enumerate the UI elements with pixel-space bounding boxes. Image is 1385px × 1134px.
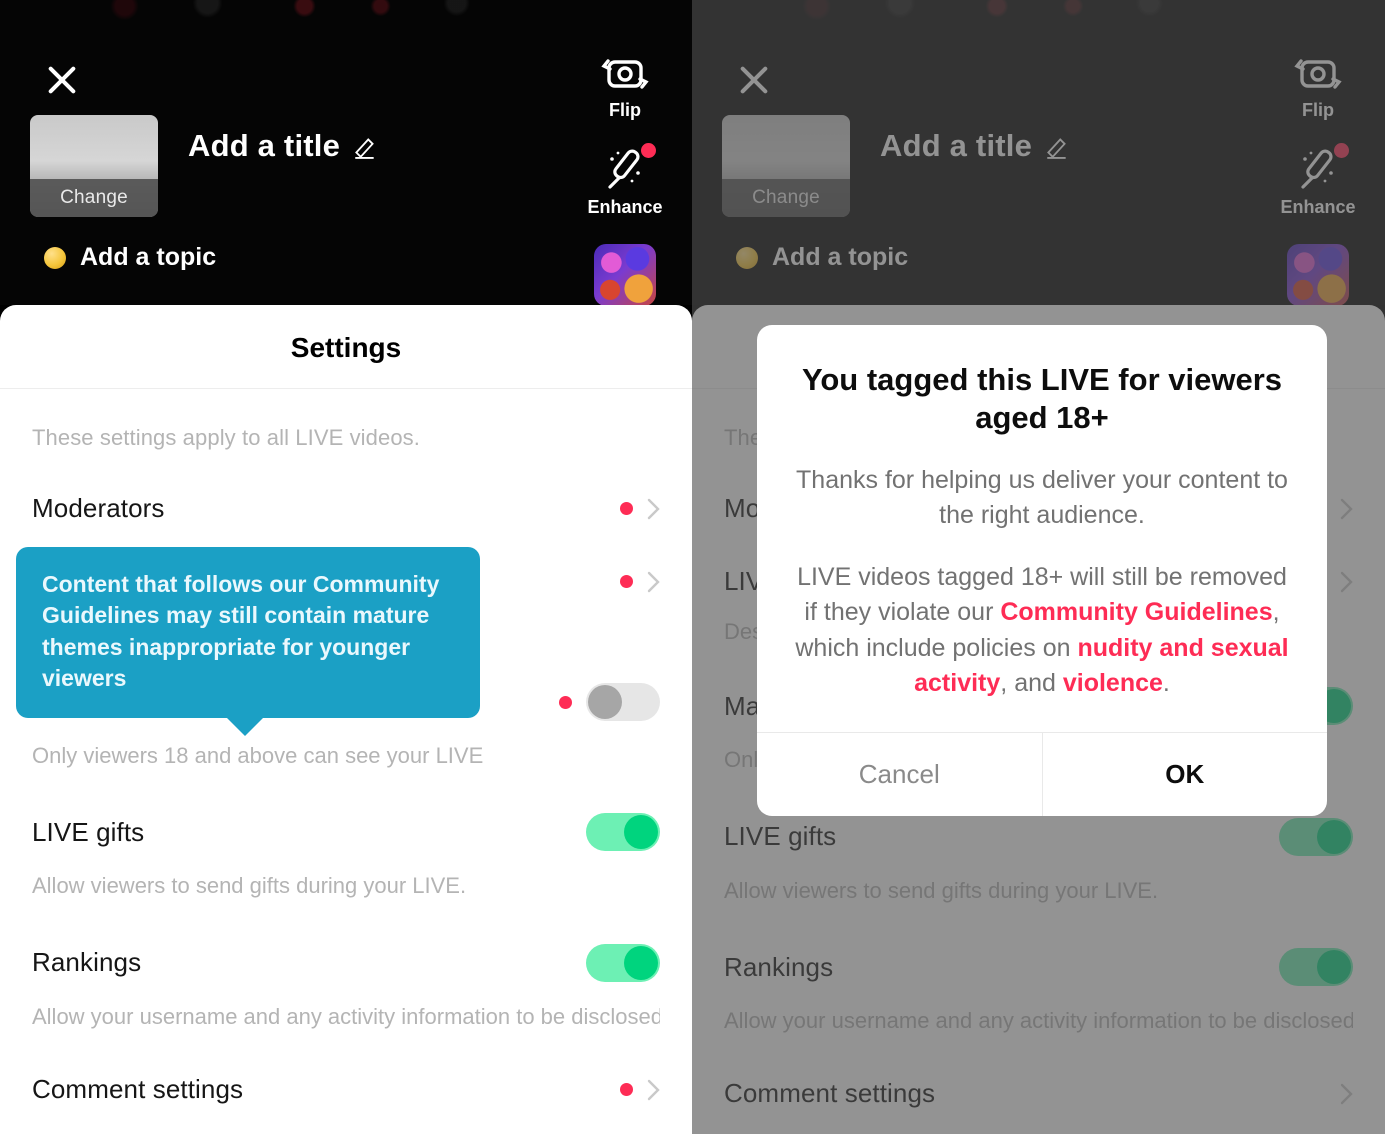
toggle-knob — [588, 685, 622, 719]
settings-list: These settings apply to all LIVE videos.… — [0, 389, 692, 1105]
flip-camera-button[interactable]: Flip — [580, 52, 670, 121]
settings-row-label: Rankings — [32, 947, 142, 978]
ok-button[interactable]: OK — [1041, 732, 1328, 816]
red-dot-badge — [620, 1083, 633, 1097]
enhance-label: Enhance — [587, 197, 663, 217]
settings-row-label: LIVE gifts — [32, 816, 145, 847]
settings-row-moderators[interactable]: Moderators — [32, 451, 660, 524]
chevron-right-icon — [647, 571, 660, 592]
live-setup-header: Change Add a title Add a topic — [0, 0, 692, 306]
settings-row-accessory — [586, 813, 660, 852]
screenshot-stage: Change Add a title Add a topic Flip Enha… — [0, 0, 1385, 1134]
age-tag-confirmation-dialog: You tagged this LIVE for viewers aged 18… — [757, 325, 1327, 816]
toggle-knob — [624, 815, 658, 850]
chevron-right-icon — [647, 498, 660, 519]
settings-row-label: Comment settings — [32, 1074, 244, 1105]
enhance-button[interactable]: Enhance — [580, 143, 670, 218]
settings-row-accessory — [620, 571, 660, 593]
left-phone-panel: Change Add a title Add a topic Flip Enha… — [0, 0, 692, 1134]
add-title-label: Add a title — [188, 128, 341, 163]
red-dot-badge — [620, 502, 633, 515]
settings-row-accessory — [586, 943, 660, 982]
settings-row-accessory — [559, 683, 660, 721]
dialog-p2-text-d: . — [1162, 669, 1170, 698]
change-cover-label[interactable]: Change — [30, 179, 158, 217]
cover-thumbnail[interactable]: Change — [30, 115, 158, 217]
settings-row-live-gifts[interactable]: LIVE gifts — [32, 771, 660, 852]
mature-themes-tooltip: Content that follows our Community Guide… — [16, 547, 480, 737]
settings-row-desc: Only viewers 18 and above can see your L… — [32, 743, 484, 768]
flip-camera-icon — [601, 59, 649, 89]
settings-row-rankings[interactable]: Rankings — [32, 902, 660, 982]
dialog-paragraph-1: Thanks for helping us deliver your conte… — [796, 465, 1288, 530]
page-title: Settings — [290, 332, 402, 363]
settings-row-desc: Allow your username and any activity inf… — [32, 1003, 660, 1029]
sticker-button[interactable] — [594, 244, 656, 306]
settings-sheet: Settings These settings apply to all LIV… — [0, 305, 692, 1134]
settings-row-accessory — [620, 1079, 660, 1101]
add-topic-button[interactable]: Add a topic — [44, 243, 216, 272]
red-dot-badge — [620, 575, 633, 588]
dialog-p2-text-c: , and — [1000, 669, 1063, 698]
live-tools-rail: Flip Enhance — [580, 52, 670, 306]
red-dot-badge — [559, 695, 572, 709]
settings-row-accessory — [620, 498, 660, 520]
add-title-button[interactable]: Add a title — [188, 128, 378, 164]
settings-note: These settings apply to all LIVE videos. — [32, 425, 420, 450]
dialog-body: You tagged this LIVE for viewers aged 18… — [757, 325, 1327, 732]
community-guidelines-link[interactable]: Community Guidelines — [1000, 598, 1272, 626]
settings-row-desc: Allow viewers to send gifts during your … — [32, 873, 467, 899]
pencil-icon — [355, 138, 374, 159]
topic-emoji-icon — [44, 246, 66, 269]
live-gifts-toggle[interactable] — [586, 813, 660, 852]
settings-row-label: Moderators — [32, 493, 165, 523]
right-phone-panel: Change Add a title Add a topic — [692, 0, 1385, 1134]
dialog-actions: Cancel OK — [757, 731, 1328, 816]
violence-policy-link[interactable]: violence — [1063, 669, 1163, 697]
rankings-toggle[interactable] — [586, 943, 660, 982]
flip-label: Flip — [609, 100, 641, 120]
chevron-right-icon — [647, 1079, 660, 1100]
mature-themes-toggle[interactable] — [586, 683, 660, 721]
close-icon[interactable] — [42, 60, 82, 100]
toggle-knob — [624, 945, 658, 980]
dialog-heading: You tagged this LIVE for viewers aged 18… — [801, 362, 1282, 435]
enhance-badge-dot — [641, 143, 656, 158]
settings-row-comment-settings[interactable]: Comment settings — [32, 1032, 660, 1105]
add-topic-label: Add a topic — [80, 243, 217, 271]
dialog-paragraph-2: LIVE videos tagged 18+ will still be rem… — [791, 560, 1293, 702]
cancel-button[interactable]: Cancel — [757, 733, 1042, 816]
